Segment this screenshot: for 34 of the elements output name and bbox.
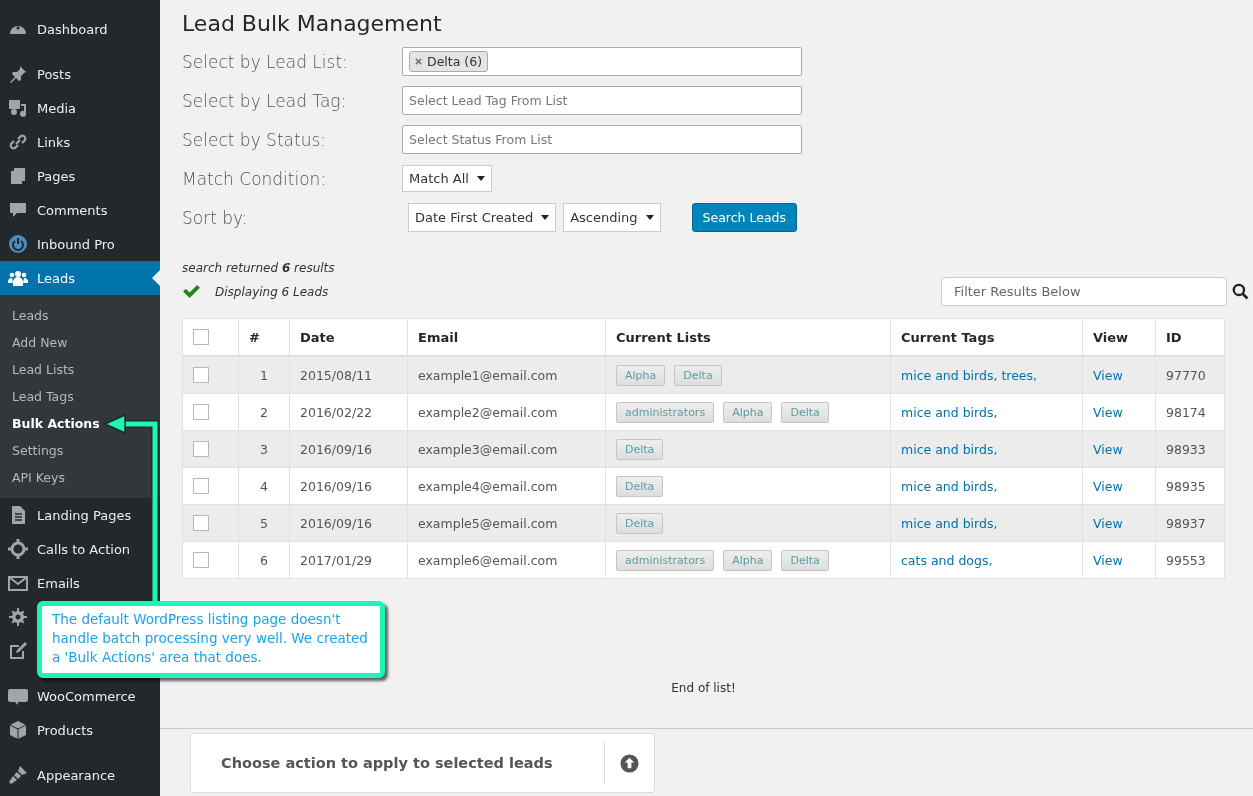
field-label: Select by Status: bbox=[182, 129, 327, 150]
table-cell: example2@email.com bbox=[407, 393, 606, 431]
table-cell: 2015/08/11 bbox=[289, 356, 408, 394]
field-label: Match Condition: bbox=[182, 168, 328, 189]
field-label: Select by Lead List: bbox=[182, 51, 349, 72]
table-cell: 3 bbox=[238, 430, 290, 468]
table-cell: example4@email.com bbox=[407, 467, 606, 505]
end-of-list-text: End of list! bbox=[670, 681, 737, 695]
table-cell: 6 bbox=[238, 541, 290, 579]
table-cell: example6@email.com bbox=[407, 541, 606, 579]
table-cell: example3@email.com bbox=[407, 430, 606, 468]
results-summary: search returned 6 results bbox=[182, 261, 336, 275]
field-label: Select by Lead Tag: bbox=[182, 90, 348, 111]
table-cell: 4 bbox=[238, 467, 290, 505]
table-cell: 98935 bbox=[1155, 467, 1225, 505]
table-cell: 5 bbox=[238, 504, 290, 542]
field-label: Sort by: bbox=[182, 207, 249, 228]
table-cell: 2016/09/16 bbox=[289, 467, 408, 505]
table-cell: 99553 bbox=[1155, 541, 1225, 579]
table-cell: 98933 bbox=[1155, 430, 1225, 468]
table-cell: 2 bbox=[238, 393, 290, 431]
table-cell: 97770 bbox=[1155, 356, 1225, 394]
callout-text: The default WordPress listing page doesn't handle batch processing very well. We created a 'Bulk Actions' area that does. bbox=[52, 610, 369, 667]
page-title: Lead Bulk Management bbox=[182, 11, 443, 36]
table-cell: 1 bbox=[238, 356, 290, 394]
status-text: Displaying 6 Leads bbox=[215, 284, 329, 299]
table-cell: 2016/09/16 bbox=[289, 430, 408, 468]
table-cell: example5@email.com bbox=[407, 504, 606, 542]
table-cell: 2016/02/22 bbox=[289, 393, 408, 431]
table-cell: 2017/01/29 bbox=[289, 541, 408, 579]
table-cell: 98937 bbox=[1155, 504, 1225, 542]
table-cell: example1@email.com bbox=[407, 356, 606, 394]
table-cell: 98174 bbox=[1155, 393, 1225, 431]
table-cell: 2016/09/16 bbox=[289, 504, 408, 542]
